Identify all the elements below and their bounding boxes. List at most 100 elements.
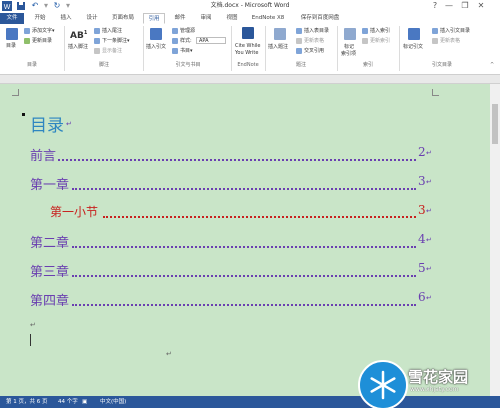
tab-insert[interactable]: 插入 [56,13,76,24]
paragraph-mark: ↵ [66,120,72,128]
toc-entry-preface[interactable]: 前言 [30,145,56,164]
tab-references[interactable]: 引用 [143,13,165,24]
you-write-label[interactable]: You Write [235,50,258,56]
update-index-button[interactable]: 更新索引 [370,38,390,44]
table-of-contents-icon [6,28,18,40]
insert-footnote-button[interactable]: 插入脚注 [68,44,88,50]
update-toa-icon [432,38,438,44]
toc-page-number: 2 [418,145,426,159]
scrollbar-thumb[interactable] [492,104,498,144]
next-footnote-button[interactable]: 下一条脚注▾ [102,38,130,44]
toc-page-number: 5 [418,261,426,275]
update-table-button[interactable]: 更新表格 [304,38,324,44]
toc-entry-chapter-4[interactable]: 第四章 [30,290,69,309]
group-label-endnote: EndNote [237,62,259,68]
tab-design[interactable]: 设计 [82,13,102,24]
vertical-scrollbar[interactable] [490,84,500,396]
insert-caption-button[interactable]: 插入题注 [268,44,288,50]
bibliography-button[interactable]: 书目▾ [180,48,193,54]
toc-leader [72,246,416,248]
toc-entry-section-1[interactable]: 第一小节 [50,203,98,220]
ribbon: 目录 添加文字▾ 更新目录 目录 AB1 插入脚注 插入尾注 下一条脚注▾ 显示… [0,24,500,75]
insert-toa-button[interactable]: 插入引文目录 [440,28,470,34]
tab-review[interactable]: 审阅 [196,13,216,24]
manage-sources-button[interactable]: 管理源 [180,28,195,34]
insert-endnote-icon [94,28,100,34]
insert-index-button[interactable]: 插入索引 [370,28,390,34]
add-text-button[interactable]: 添加文字▾ [32,28,55,34]
proofing-icon[interactable]: ▣ [82,396,87,408]
insert-table-of-figures-button[interactable]: 插入表目录 [304,28,329,34]
insert-table-of-figures-icon [296,28,302,34]
tab-home[interactable]: 开始 [30,13,50,24]
help-button[interactable]: ? [428,0,442,12]
insert-index-icon [362,28,368,34]
margin-corner-mark [12,89,19,96]
minimize-button[interactable]: — [442,0,456,12]
mark-entry-label-1[interactable]: 标记 [344,44,354,50]
update-table-icon [24,38,30,44]
insert-endnote-button[interactable]: 插入尾注 [102,28,122,34]
toc-leader [72,304,416,306]
tab-file[interactable]: 文件 [0,13,24,24]
toc-page-number: 3 [418,174,426,188]
tab-endnote[interactable]: EndNote X8 [248,13,288,24]
insert-toa-icon [432,28,438,34]
toc-button[interactable]: 目录 [6,43,16,49]
toc-leader [58,159,416,161]
group-label-captions: 题注 [295,62,306,68]
title-bar: W ↶ ▾ ↻ ▾ 文档.docx - Microsoft Word ? — ❐… [0,0,500,13]
cross-reference-button[interactable]: 交叉引用 [304,48,324,54]
toc-entry-chapter-1[interactable]: 第一章 [30,174,69,193]
tab-mailings[interactable]: 邮件 [170,13,190,24]
snowflake-icon [370,370,396,400]
update-toa-button[interactable]: 更新表格 [440,38,460,44]
mark-citation-button[interactable]: 标记引文 [403,44,423,50]
paragraph-bullet [22,113,25,116]
watermark-logo [358,360,408,410]
toc-entry-chapter-2[interactable]: 第二章 [30,232,69,251]
style-icon [172,38,178,44]
margin-corner-mark [432,89,439,96]
word-count[interactable]: 44 个字 [58,396,78,408]
next-footnote-icon [94,38,100,44]
group-label-index: 索引 [362,62,373,68]
watermark-url: www.xhjaty.com [410,386,459,393]
toc-leader [72,275,416,277]
paragraph-mark: ↵ [166,350,172,358]
add-text-icon [24,28,30,34]
mark-entry-label-2[interactable]: 索引项 [341,51,356,57]
style-select[interactable]: APA [196,37,226,44]
group-label-citations: 引文与书目 [175,62,201,68]
text-cursor [30,334,31,346]
paragraph-mark: ↵ [426,265,432,273]
insert-footnote-icon: AB1 [70,30,88,41]
group-label-authorities: 引文目录 [431,62,452,68]
insert-caption-icon [274,28,286,40]
tab-baidu-netdisk[interactable]: 保存到百度网盘 [296,13,344,24]
cite-while-label[interactable]: Cite While [235,43,260,49]
toc-entry-chapter-3[interactable]: 第三章 [30,261,69,280]
toc-title[interactable]: 目录 [30,111,64,136]
page-count[interactable]: 第 1 页，共 6 页 [6,396,48,408]
status-bar: 第 1 页，共 6 页 44 个字 ▣ 中文(中国) [0,396,500,408]
group-divider [143,26,144,71]
document-area[interactable]: 目录 ↵ 前言 2 ↵ 第一章 3 ↵ 第一小节 3 ↵ 第二章 4 ↵ 第三章… [0,75,500,396]
update-table-icon [296,38,302,44]
language-indicator[interactable]: 中文(中国) [100,396,126,408]
tab-view[interactable]: 视图 [222,13,242,24]
paragraph-mark: ↵ [426,236,432,244]
group-divider [64,26,65,71]
style-label: 样式: [180,38,192,44]
tab-page-layout[interactable]: 页面布局 [108,13,138,24]
close-button[interactable]: ✕ [474,0,488,12]
endnote-icon [242,27,254,39]
insert-citation-button[interactable]: 插入引文 [146,44,166,50]
restore-button[interactable]: ❐ [458,0,472,12]
update-toc-button[interactable]: 更新目录 [32,38,52,44]
insert-citation-icon [150,28,162,40]
paragraph-mark: ↵ [426,207,432,215]
update-index-icon [362,38,368,44]
show-notes-button[interactable]: 显示备注 [102,48,122,54]
collapse-ribbon-icon[interactable]: ^ [490,62,494,68]
